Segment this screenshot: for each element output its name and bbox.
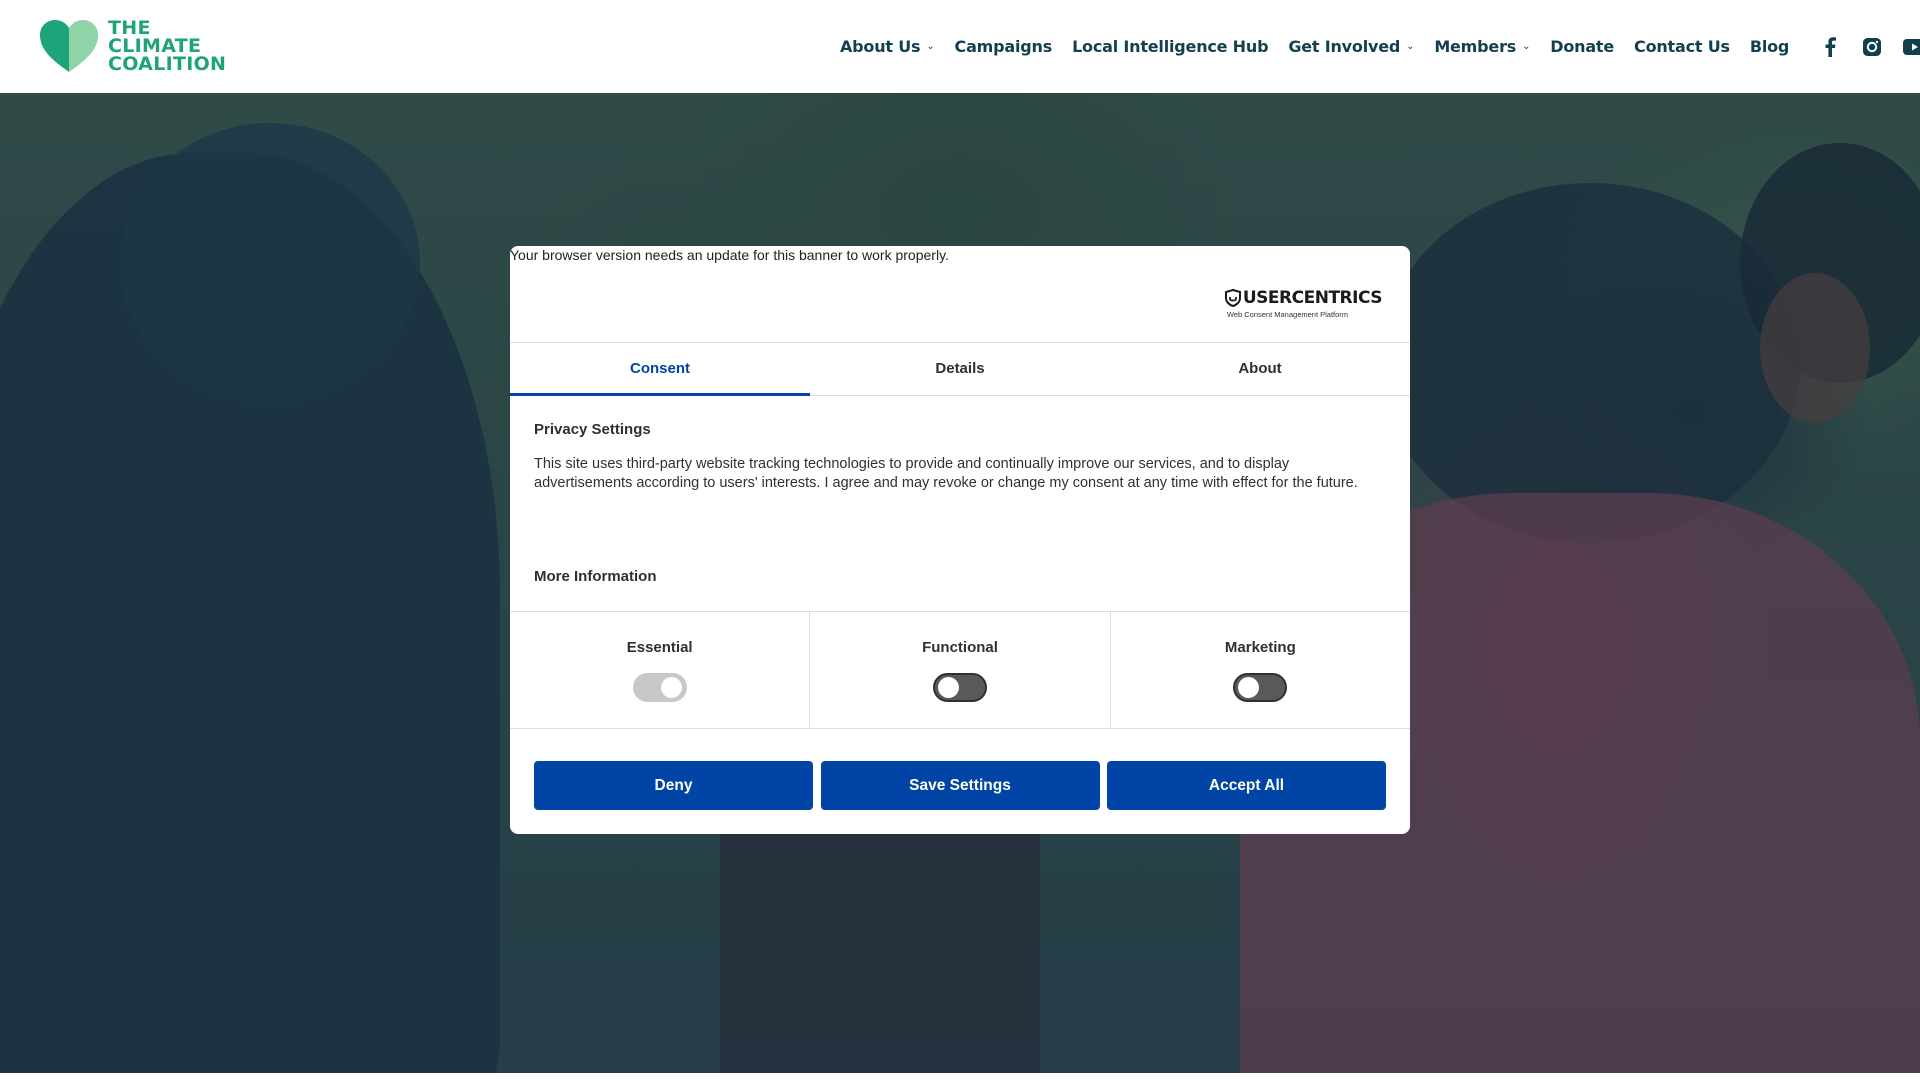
consent-dialog: Your browser version needs an update for… [510, 246, 1410, 834]
functional-toggle[interactable] [932, 673, 987, 702]
youtube-icon[interactable] [1903, 36, 1920, 58]
toggle-knob [660, 677, 682, 698]
category-functional: Functional [809, 612, 1109, 728]
toggle-knob [1238, 677, 1260, 698]
more-information-link[interactable]: More Information [534, 568, 657, 585]
page-bottom [0, 1073, 1920, 1080]
climate-coalition-logo[interactable]: THE CLIMATE COALITION [38, 18, 226, 74]
nav-label: Get Involved [1288, 37, 1401, 56]
toggle-knob [937, 677, 959, 698]
browser-warning-text: Your browser version needs an update for… [510, 247, 949, 263]
privacy-settings-text: This site uses third-party website track… [534, 456, 1358, 491]
privacy-settings-section: Privacy Settings This site uses third-pa… [534, 421, 1386, 493]
nav-campaigns[interactable]: Campaigns [955, 37, 1053, 56]
nav-get-involved[interactable]: Get Involved ⌄ [1288, 37, 1414, 56]
usercentrics-brand-name: USERCENTRICS [1242, 288, 1383, 308]
nav-contact-us[interactable]: Contact Us [1634, 37, 1730, 56]
nav-members[interactable]: Members ⌄ [1434, 37, 1530, 56]
nav-label: About Us [840, 37, 921, 56]
usercentrics-logo: USERCENTRICS Web Consent Management Plat… [1224, 288, 1383, 319]
essential-toggle [632, 673, 687, 702]
chevron-down-icon: ⌄ [1522, 41, 1531, 52]
consent-categories: Essential Functional Marketing [510, 611, 1410, 729]
nav-donate[interactable]: Donate [1550, 37, 1614, 56]
category-label: Essential [626, 639, 693, 656]
nav-label: Local Intelligence Hub [1072, 37, 1269, 56]
tab-details[interactable]: Details [810, 343, 1110, 395]
marketing-toggle[interactable] [1233, 673, 1288, 702]
social-links [1819, 36, 1920, 58]
facebook-icon[interactable] [1819, 36, 1841, 58]
main-nav: About Us ⌄ Campaigns Local Intelligence … [840, 0, 1920, 93]
site-header: THE CLIMATE COALITION About Us ⌄ Campaig… [0, 0, 1920, 93]
chevron-down-icon: ⌄ [1406, 41, 1415, 52]
logo-line: COALITION [108, 53, 227, 75]
nav-label: Donate [1550, 37, 1615, 56]
usercentrics-tagline: Web Consent Management Platform [1226, 310, 1349, 319]
nav-label: Members [1434, 37, 1517, 56]
nav-label: Campaigns [954, 37, 1053, 56]
nav-blog[interactable]: Blog [1749, 37, 1790, 56]
category-label: Functional [922, 639, 998, 656]
shield-icon [1224, 289, 1241, 307]
accept-all-button[interactable]: Accept All [1107, 761, 1386, 810]
tab-consent[interactable]: Consent [510, 343, 810, 396]
consent-buttons: Deny Save Settings Accept All [534, 761, 1386, 810]
deny-button[interactable]: Deny [534, 761, 813, 810]
heart-logo-icon [40, 20, 98, 72]
privacy-settings-title: Privacy Settings [534, 421, 651, 438]
nav-local-intelligence-hub[interactable]: Local Intelligence Hub [1072, 37, 1268, 56]
save-settings-button[interactable]: Save Settings [820, 761, 1100, 810]
logo-wordmark: THE CLIMATE COALITION [108, 19, 227, 75]
tab-about[interactable]: About [1110, 343, 1410, 395]
nav-about-us[interactable]: About Us ⌄ [840, 37, 935, 56]
category-label: Marketing [1224, 639, 1296, 656]
nav-label: Contact Us [1634, 37, 1730, 56]
chevron-down-icon: ⌄ [926, 41, 935, 52]
instagram-icon[interactable] [1861, 36, 1883, 58]
nav-label: Blog [1749, 37, 1790, 56]
consent-tabs: Consent Details About [510, 342, 1410, 396]
category-marketing: Marketing [1109, 612, 1410, 728]
category-essential: Essential [510, 612, 809, 728]
